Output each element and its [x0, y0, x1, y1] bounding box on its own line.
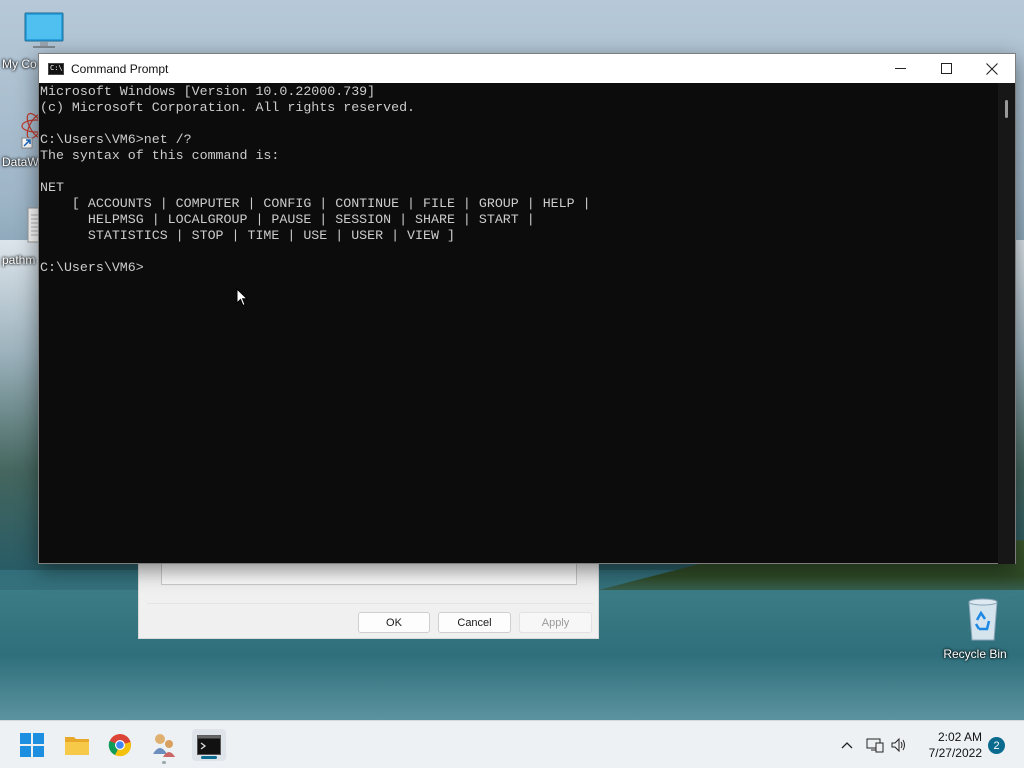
volume-icon[interactable]: [890, 737, 908, 753]
desktop-icon-recycle-bin[interactable]: Recycle Bin: [940, 596, 1010, 661]
network-icon[interactable]: [866, 737, 884, 753]
minimize-icon: [894, 68, 906, 69]
close-button[interactable]: [969, 54, 1015, 83]
file-explorer-icon: [65, 737, 89, 755]
maximize-button[interactable]: [923, 54, 969, 83]
console-line: The syntax of this command is:: [40, 148, 280, 163]
console-line: HELPMSG | LOCALGROUP | PAUSE | SESSION |…: [40, 212, 535, 227]
dialog-separator: [147, 603, 593, 604]
console-line: C:\Users\VM6>net /?: [40, 132, 192, 147]
running-indicator: [162, 761, 166, 764]
taskbar-chrome[interactable]: [104, 729, 136, 761]
taskbar-file-explorer[interactable]: [61, 729, 93, 761]
minimize-button[interactable]: [877, 54, 923, 83]
maximize-icon: [940, 63, 952, 74]
command-prompt-icon: C:\: [48, 62, 64, 75]
user-accounts-icon: [153, 734, 175, 757]
chrome-icon: [108, 734, 131, 757]
notification-badge[interactable]: 2: [988, 737, 1005, 754]
active-indicator: [201, 756, 217, 759]
taskbar-command-prompt[interactable]: [192, 729, 226, 761]
dialog-list-box: [161, 563, 577, 585]
taskbar: 2:02 AM 7/27/2022 2: [0, 720, 1024, 768]
console-line: NET: [40, 180, 64, 195]
mouse-pointer-icon: [236, 288, 248, 307]
window-title: Command Prompt: [71, 61, 169, 76]
console-line: (c) Microsoft Corporation. All rights re…: [40, 100, 416, 115]
taskbar-user-accounts[interactable]: [148, 729, 180, 764]
recycle-bin-icon: [967, 598, 998, 641]
start-icon: [20, 733, 44, 757]
console-line: C:\Users\VM6>: [40, 260, 144, 275]
cmd-titlebar[interactable]: C:\ Command Prompt: [39, 54, 1015, 83]
ok-button[interactable]: OK: [358, 612, 430, 633]
console-line: STATISTICS | STOP | TIME | USE | USER | …: [40, 228, 455, 243]
command-prompt-window[interactable]: C:\ Command Prompt Microsoft Windows [Ve…: [38, 53, 1016, 564]
system-tray: [840, 721, 908, 768]
console-line: [ ACCOUNTS | COMPUTER | CONFIG | CONTINU…: [40, 196, 591, 211]
close-icon: [986, 62, 998, 75]
chevron-up-icon[interactable]: [840, 740, 854, 750]
vertical-scrollbar[interactable]: [998, 83, 1015, 564]
apply-button[interactable]: Apply: [519, 612, 592, 633]
clock-time: 2:02 AM: [937, 730, 982, 744]
scrollbar-thumb[interactable]: [1005, 100, 1008, 118]
command-prompt-icon: [197, 735, 221, 755]
start-button[interactable]: [16, 729, 48, 761]
console-line: Microsoft Windows [Version 10.0.22000.73…: [40, 84, 376, 99]
cancel-button[interactable]: Cancel: [438, 612, 511, 633]
clock-date: 7/27/2022: [928, 746, 982, 760]
clock[interactable]: 2:02 AM 7/27/2022: [929, 729, 982, 761]
computer-icon: [24, 12, 64, 48]
console-output[interactable]: Microsoft Windows [Version 10.0.22000.73…: [39, 83, 999, 564]
